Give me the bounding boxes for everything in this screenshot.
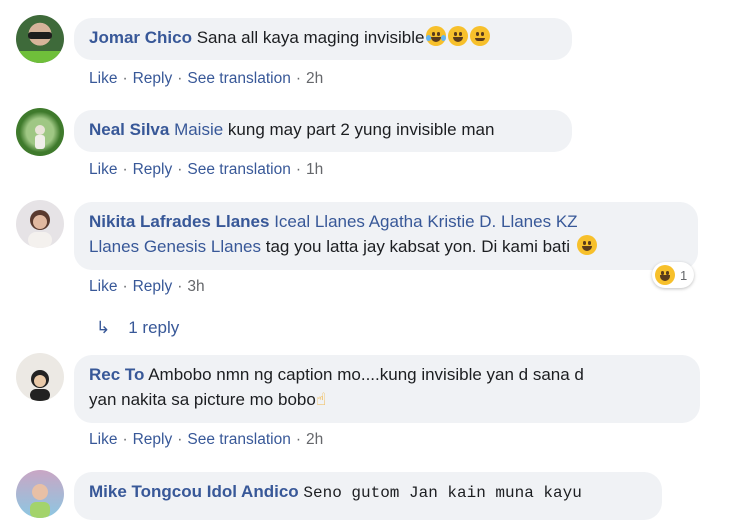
comment-actions: Like · Reply · 3h <box>89 278 205 295</box>
smile-emoji-icon <box>470 26 491 46</box>
reaction-count: 1 <box>680 267 688 283</box>
comment-bubble: Jomar Chico Sana all kaya maging invisib… <box>74 18 572 60</box>
comment-text: yan nakita sa picture mo bobo <box>89 390 316 409</box>
avatar-icon <box>35 125 45 149</box>
avatar[interactable] <box>16 15 64 63</box>
avatar[interactable] <box>16 108 64 156</box>
pointing-finger-emoji-icon: ☝ <box>315 390 327 409</box>
grin-emoji-icon <box>448 26 469 46</box>
comment-text: kung may part 2 yung invisible man <box>227 120 495 139</box>
comment-actions: Like · Reply · See translation · 2h <box>89 70 324 87</box>
avatar[interactable] <box>16 200 64 248</box>
like-link[interactable]: Like <box>89 161 117 178</box>
comment-text: Sana all kaya maging invisible <box>196 28 425 47</box>
avatar-icon <box>28 210 52 248</box>
mention-links[interactable]: Iceal Llanes Agatha Kristie D. Llanes KZ <box>274 212 577 231</box>
reply-link[interactable]: Reply <box>133 70 173 87</box>
comment-author[interactable]: Jomar Chico <box>89 28 192 47</box>
comment-actions: Like · Reply · See translation · 1h <box>89 161 324 178</box>
comment-author[interactable]: Nikita Lafrades Llanes <box>89 212 269 231</box>
reaction-badge[interactable]: 1 <box>652 262 695 288</box>
timestamp[interactable]: 2h <box>306 70 323 87</box>
comment-bubble: Nikita Lafrades Llanes Iceal Llanes Agat… <box>74 202 698 270</box>
comment-bubble: Mike Tongcou Idol Andico Seno gutom Jan … <box>74 472 662 520</box>
comment-bubble: Neal Silva Maisie kung may part 2 yung i… <box>74 110 572 152</box>
comment-author[interactable]: Mike Tongcou Idol Andico <box>89 482 299 501</box>
avatar-icon <box>30 484 50 518</box>
see-translation-link[interactable]: See translation <box>187 161 290 178</box>
timestamp[interactable]: 2h <box>306 431 323 448</box>
reply-link[interactable]: Reply <box>133 431 173 448</box>
mention-links[interactable]: Llanes Genesis Llanes <box>89 237 261 256</box>
view-replies-link[interactable]: ↳ 1 reply <box>96 318 179 338</box>
comment-bubble: Rec To Ambobo nmn ng caption mo....kung … <box>74 355 700 423</box>
like-link[interactable]: Like <box>89 278 117 295</box>
timestamp[interactable]: 1h <box>306 161 323 178</box>
timestamp[interactable]: 3h <box>187 278 204 295</box>
replies-count[interactable]: 1 reply <box>128 318 179 337</box>
comment-author[interactable]: Neal Silva <box>89 120 169 139</box>
grin-sweat-emoji-icon <box>576 235 597 255</box>
like-link[interactable]: Like <box>89 70 117 87</box>
avatar-icon <box>30 370 50 401</box>
reply-link[interactable]: Reply <box>133 278 173 295</box>
avatar[interactable] <box>16 470 64 518</box>
reply-arrow-icon: ↳ <box>96 318 111 337</box>
comment-actions: Like · Reply · See translation · 2h <box>89 431 324 448</box>
haha-reaction-icon <box>655 265 675 285</box>
comment-author[interactable]: Rec To <box>89 365 144 384</box>
avatar[interactable] <box>16 353 64 401</box>
comment-text: tag you latta jay kabsat yon. Di kami ba… <box>265 237 571 256</box>
comment-text: Ambobo nmn ng caption mo....kung invisib… <box>148 365 584 384</box>
see-translation-link[interactable]: See translation <box>187 70 290 87</box>
see-translation-link[interactable]: See translation <box>187 431 290 448</box>
reply-link[interactable]: Reply <box>133 161 173 178</box>
avatar-icon <box>16 32 64 63</box>
like-link[interactable]: Like <box>89 431 117 448</box>
comment-text: Seno gutom Jan kain muna kayu <box>303 484 582 502</box>
mention-link[interactable]: Maisie <box>174 120 223 139</box>
laugh-tears-emoji-icon <box>426 26 447 46</box>
